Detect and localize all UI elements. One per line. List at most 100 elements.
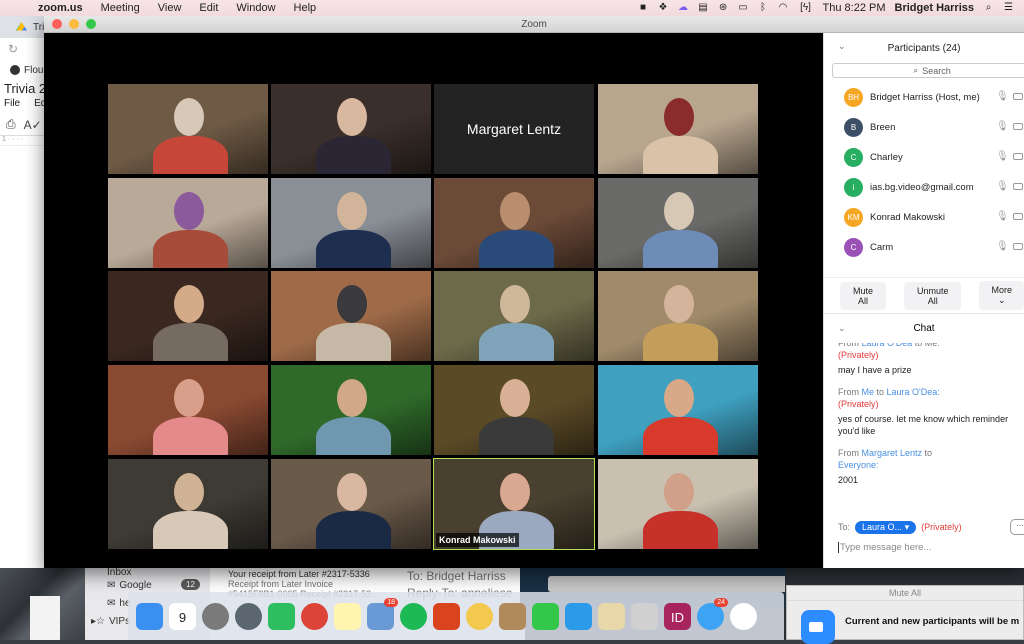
camera-icon[interactable] <box>1013 123 1023 130</box>
menu-edit[interactable]: Edit <box>199 2 218 14</box>
mailbox-item[interactable]: Inbox <box>85 568 210 576</box>
print-icon[interactable]: ⎙ <box>6 117 16 132</box>
microphone-icon[interactable]: 🎙︎ <box>996 211 1009 222</box>
menu-help[interactable]: Help <box>294 2 317 14</box>
participant-list[interactable]: BH Bridget Harriss (Host, me) 🎙︎ B Breen 🎙︎ C C… <box>824 82 1024 277</box>
camera-icon[interactable] <box>1013 153 1023 160</box>
chat-message-input[interactable]: Type message here... <box>824 538 1024 556</box>
sender-link[interactable]: Me <box>862 387 875 397</box>
participant-video-tile[interactable] <box>598 271 758 361</box>
sender-link[interactable]: Laura O'Dea <box>862 343 913 348</box>
participant-row[interactable]: B Breen 🎙︎ <box>824 112 1024 142</box>
participant-row[interactable]: C Carm 🎙︎ <box>824 232 1024 262</box>
more-button[interactable]: More ⌄ <box>979 281 1024 310</box>
creative-cloud-icon[interactable]: ⊛ <box>718 3 729 13</box>
user-name[interactable]: Bridget Harriss <box>895 2 974 14</box>
participant-video-tile[interactable]: Konrad Makowski <box>433 458 595 550</box>
notification-center-icon[interactable]: ☰ <box>1003 3 1014 13</box>
participant-video-tile[interactable] <box>434 271 594 361</box>
chat-messages[interactable]: From Laura O'Dea to Me: (Privately) may I … <box>824 343 1024 516</box>
participant-video-tile[interactable] <box>598 178 758 268</box>
microphone-icon[interactable]: 🎙︎ <box>996 151 1009 162</box>
doc-menu-file[interactable]: File <box>4 98 20 114</box>
desktop-file-thumbnail[interactable] <box>30 596 60 640</box>
menu-meeting[interactable]: Meeting <box>101 2 140 14</box>
airplay-icon[interactable]: ▭ <box>738 3 749 13</box>
participant-video-tile[interactable] <box>108 178 268 268</box>
recipient-link[interactable]: Me: <box>925 343 940 348</box>
finder-icon[interactable] <box>136 602 163 630</box>
battery-icon[interactable]: [ϟ] <box>798 3 814 13</box>
wifi-icon[interactable]: ◠ <box>778 3 789 13</box>
microphone-icon[interactable]: 🎙︎ <box>996 91 1009 102</box>
unmute-all-button[interactable]: Unmute All <box>903 281 962 310</box>
reload-icon[interactable]: ↻ <box>8 42 18 56</box>
chat-more-button[interactable]: ··· <box>1010 519 1024 535</box>
participant-video-tile[interactable] <box>598 84 758 174</box>
facetime-icon[interactable] <box>532 602 559 630</box>
notes-icon[interactable] <box>334 602 361 630</box>
participant-name-card[interactable]: Margaret Lentz <box>434 84 594 174</box>
participant-row[interactable]: KM Konrad Makowski 🎙︎ <box>824 202 1024 232</box>
participant-video-tile[interactable] <box>434 365 594 455</box>
participant-row[interactable]: i ias.bg.video@gmail.com 🎙︎ <box>824 172 1024 202</box>
participant-video-tile[interactable] <box>271 459 431 549</box>
participant-row[interactable]: C Charley 🎙︎ <box>824 142 1024 172</box>
camera-icon[interactable] <box>1013 183 1023 190</box>
photos-icon[interactable] <box>466 602 493 630</box>
spotify-icon[interactable] <box>400 602 427 630</box>
microphone-icon[interactable]: 🎙︎ <box>996 121 1009 132</box>
participant-video-tile[interactable] <box>108 365 268 455</box>
menu-view[interactable]: View <box>158 2 182 14</box>
dropbox-icon[interactable]: ❖ <box>658 3 669 13</box>
participant-video-tile[interactable] <box>434 178 594 268</box>
calendar-icon[interactable]: 9 <box>169 602 196 630</box>
calculator-icon[interactable] <box>631 602 658 630</box>
mute-all-button[interactable]: Mute All <box>840 281 886 310</box>
recipient-link[interactable]: Laura O'Dea: <box>887 387 940 397</box>
participant-video-tile[interactable] <box>271 365 431 455</box>
clock[interactable]: Thu 8:22 PM <box>823 2 886 14</box>
participant-search-input[interactable]: ⌕ Search <box>832 63 1024 78</box>
sender-link[interactable]: Margaret Lentz <box>862 448 923 458</box>
participant-video-tile[interactable] <box>108 271 268 361</box>
camera-icon[interactable] <box>1013 243 1023 250</box>
slack-icon[interactable] <box>730 602 757 630</box>
spotlight-search-icon[interactable]: ⌕ <box>983 3 994 13</box>
indesign-icon[interactable]: ID <box>664 602 691 630</box>
app-menu[interactable]: zoom.us <box>38 2 83 14</box>
launchpad-icon[interactable] <box>235 602 262 630</box>
microphone-icon[interactable]: 🎙︎ <box>996 181 1009 192</box>
recipient-link[interactable]: Everyone: <box>838 460 879 470</box>
mail-icon[interactable]: 18 <box>367 597 398 630</box>
archive-utility-icon[interactable] <box>598 602 625 630</box>
menu-window[interactable]: Window <box>236 2 275 14</box>
title-bar[interactable]: Zoom <box>44 16 1024 33</box>
toolbox-icon[interactable] <box>433 602 460 630</box>
messages-icon[interactable]: 24 <box>697 597 728 630</box>
recipient-dropdown[interactable]: Laura O... ▾ <box>855 520 917 534</box>
camera-icon[interactable] <box>1013 213 1023 220</box>
collapse-chevron-icon[interactable]: ⌄ <box>838 41 846 52</box>
spellcheck-icon[interactable]: A✓ <box>24 118 42 132</box>
participant-video-tile[interactable] <box>271 84 431 174</box>
participant-video-tile[interactable] <box>598 459 758 549</box>
bluetooth-icon[interactable]: ᛒ <box>758 3 769 13</box>
zoom-status-icon[interactable]: ■ <box>638 3 649 13</box>
system-preferences-icon[interactable] <box>202 602 229 630</box>
participant-row[interactable]: BH Bridget Harriss (Host, me) 🎙︎ <box>824 82 1024 112</box>
cloud-icon[interactable]: ☁ <box>678 3 689 13</box>
contacts-icon[interactable] <box>499 602 526 630</box>
collapse-chevron-icon[interactable]: ⌄ <box>838 323 846 334</box>
printer-icon[interactable]: ▤ <box>698 3 709 13</box>
chrome-icon[interactable] <box>301 602 328 630</box>
microphone-icon[interactable]: 🎙︎ <box>996 241 1009 252</box>
participant-video-tile[interactable] <box>598 365 758 455</box>
evernote-icon[interactable] <box>268 602 295 630</box>
camera-icon[interactable] <box>1013 93 1023 100</box>
participant-video-tile[interactable] <box>108 84 268 174</box>
participant-video-tile[interactable] <box>271 271 431 361</box>
word-icon[interactable] <box>565 602 592 630</box>
participant-video-tile[interactable] <box>271 178 431 268</box>
participant-video-tile[interactable] <box>108 459 268 549</box>
